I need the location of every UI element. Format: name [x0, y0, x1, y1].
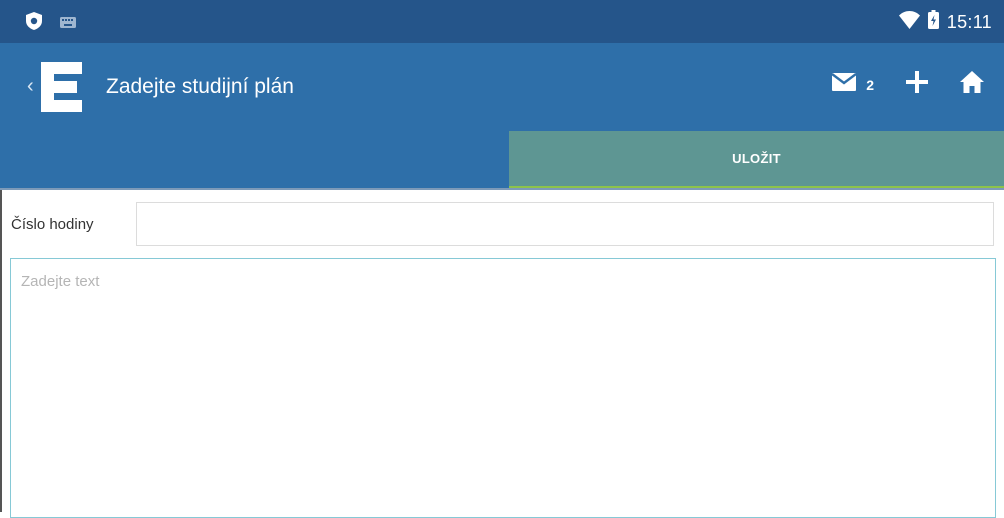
page-title: Zadejte studijní plán: [106, 75, 294, 98]
hour-number-input[interactable]: [136, 202, 994, 246]
text-input[interactable]: [10, 258, 996, 518]
home-icon[interactable]: [960, 71, 984, 98]
save-button[interactable]: ULOŽIT: [509, 131, 1004, 189]
status-bar: 15:11: [0, 0, 1004, 43]
study-plan-form: Číslo hodiny: [0, 190, 1004, 518]
window-edge: [0, 190, 2, 512]
keyboard-icon: [60, 15, 76, 33]
back-icon[interactable]: ‹: [27, 76, 34, 96]
add-icon[interactable]: [906, 71, 928, 98]
mail-icon[interactable]: [831, 73, 857, 96]
battery-icon: [927, 10, 939, 34]
app-logo: [41, 62, 82, 112]
tab-bar: ULOŽIT: [0, 131, 1004, 189]
messages-count-badge[interactable]: 2: [866, 77, 874, 93]
app-bar: ‹ Zadejte studijní plán 2: [0, 43, 1004, 131]
hour-number-label: Číslo hodiny: [11, 216, 94, 233]
clock: 15:11: [946, 11, 992, 32]
wifi-icon: [898, 10, 920, 34]
shield-icon: [26, 12, 42, 35]
